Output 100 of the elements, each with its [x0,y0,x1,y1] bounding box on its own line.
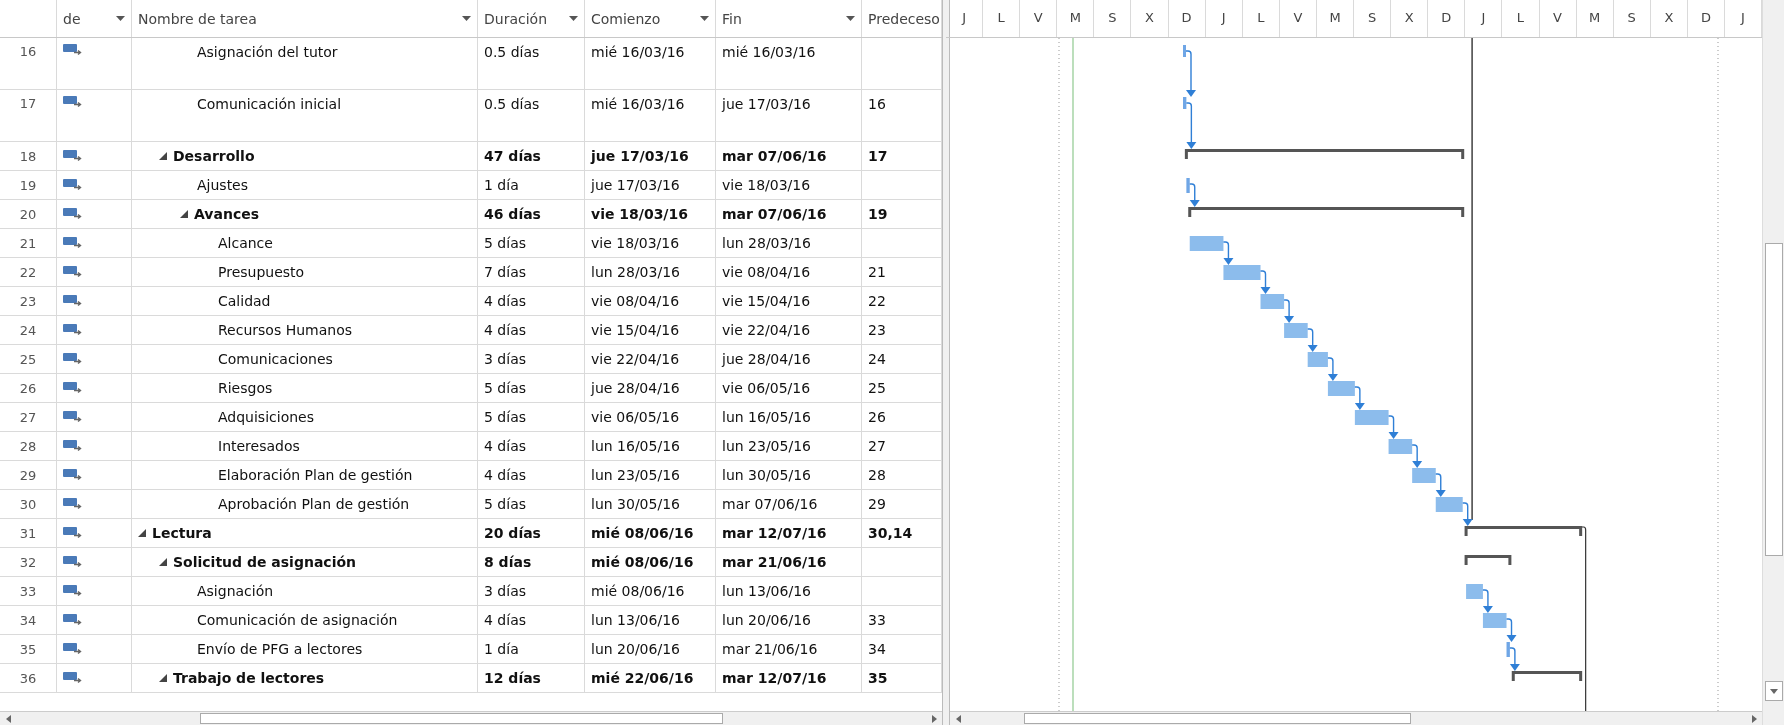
collapse-triangle-icon[interactable] [159,152,167,160]
predecessors-text: 28 [868,467,886,483]
finish-date: mar 07/06/16 [722,148,827,164]
task-mode-icon [63,440,83,452]
task-name: Solicitud de asignación [173,554,357,570]
collapse-triangle-icon[interactable] [159,674,167,682]
start-date: mié 22/06/16 [591,670,694,686]
horizontal-scrollbar[interactable] [950,711,1762,725]
predecessors-text: 30,14 [868,525,913,541]
task-name: Interesados [218,438,300,454]
finish-date: mié 16/03/16 [722,44,816,60]
dropdown-caret-icon[interactable] [700,16,709,21]
task-bar[interactable] [1435,497,1463,512]
start-date: mié 16/03/16 [591,96,685,112]
task-bar[interactable] [1186,178,1190,193]
task-bar[interactable] [1327,381,1355,396]
scroll-left-icon[interactable] [955,714,961,723]
link-arrow [1387,415,1399,439]
column-header[interactable]: Comienzo [585,0,716,37]
task-mode-icon [63,44,83,56]
horizontal-scrollbar[interactable] [0,711,942,725]
finish-date: lun 13/06/16 [722,583,811,599]
row-number: 33 [19,583,37,599]
task-bar[interactable] [1388,439,1413,454]
scrollbar-thumb[interactable] [1764,243,1783,556]
predecessors-text: 33 [868,612,886,628]
collapse-triangle-icon[interactable] [138,529,146,537]
task-bar[interactable] [1284,323,1308,338]
dropdown-caret-icon[interactable] [846,16,855,21]
duration-text: 46 días [484,206,541,222]
task-bar[interactable] [1189,236,1224,251]
start-date: jue 17/03/16 [591,177,680,193]
collapse-triangle-icon[interactable] [180,210,188,218]
task-mode-icon [63,527,83,539]
task-name: Lectura [152,525,212,541]
scrollbar-thumb[interactable] [1024,713,1411,724]
finish-date: vie 08/04/16 [722,264,811,280]
vertical-scrollbar[interactable] [1762,0,1784,725]
task-name: Elaboración Plan de gestión [218,467,413,483]
duration-text: 20 días [484,525,541,541]
link-arrow [1482,589,1493,613]
task-name: Comunicación de asignación [197,612,398,628]
row-number: 16 [19,44,37,59]
link-arrow [1435,473,1446,497]
finish-date: vie 15/04/16 [722,293,811,309]
task-mode-icon [63,614,83,626]
task-bar[interactable] [1412,468,1436,483]
predecessors-text: 29 [868,496,886,512]
scroll-down-icon[interactable] [1769,688,1778,694]
task-mode-icon [63,469,83,481]
duration-text: 8 días [484,554,532,570]
scroll-right-icon[interactable] [931,714,937,723]
task-name: Riesgos [218,380,273,396]
scroll-left-icon[interactable] [5,714,11,723]
task-bar[interactable] [1223,265,1261,280]
task-bar[interactable] [1260,294,1285,309]
task-bar[interactable] [1354,410,1389,425]
dropdown-caret-icon[interactable] [116,16,125,21]
task-bar[interactable] [1183,97,1187,109]
pane-splitter[interactable] [942,0,950,725]
predecessors-text: 26 [868,409,886,425]
predecessors-text: 22 [868,293,886,309]
link-arrow [1185,102,1197,149]
day-label: L [1502,0,1540,37]
row-number: 35 [19,641,37,657]
day-label: X [1391,0,1429,37]
start-date: jue 28/04/16 [591,380,680,396]
task-name: Comunicación inicial [197,96,342,112]
day-label: S [1094,0,1132,37]
task-mode-icon [63,672,83,684]
column-header[interactable]: de [57,0,132,37]
column-header[interactable]: Fin [716,0,862,37]
day-label: J [946,0,984,37]
collapse-triangle-icon[interactable] [159,558,167,566]
scroll-right-icon[interactable] [1751,714,1757,723]
duration-text: 3 días [484,351,526,367]
start-date: mié 08/06/16 [591,554,694,570]
start-date: mié 08/06/16 [591,525,694,541]
column-header[interactable]: Nombre de tarea [132,0,478,37]
task-name: Calidad [218,293,271,309]
start-date: vie 22/04/16 [591,351,680,367]
task-bar[interactable] [1482,613,1507,628]
column-header[interactable]: Duración [478,0,585,37]
dropdown-caret-icon[interactable] [569,16,578,21]
task-mode-icon [63,96,83,108]
dropdown-caret-icon[interactable] [462,16,471,21]
task-mode-icon [63,411,83,423]
task-name: Aprobación Plan de gestión [218,496,410,512]
task-bar[interactable] [1307,352,1328,367]
predecessors-text: 19 [868,206,888,222]
finish-date: mar 21/06/16 [722,554,827,570]
task-bar[interactable] [1506,642,1510,657]
start-date: jue 17/03/16 [591,148,689,164]
link-arrow [1505,618,1517,642]
task-mode-icon [63,556,83,568]
finish-date: mar 12/07/16 [722,525,827,541]
scrollbar-thumb[interactable] [200,713,723,724]
finish-date: vie 22/04/16 [722,322,811,338]
start-date: vie 18/03/16 [591,206,688,222]
summary-bar [1511,671,1583,681]
